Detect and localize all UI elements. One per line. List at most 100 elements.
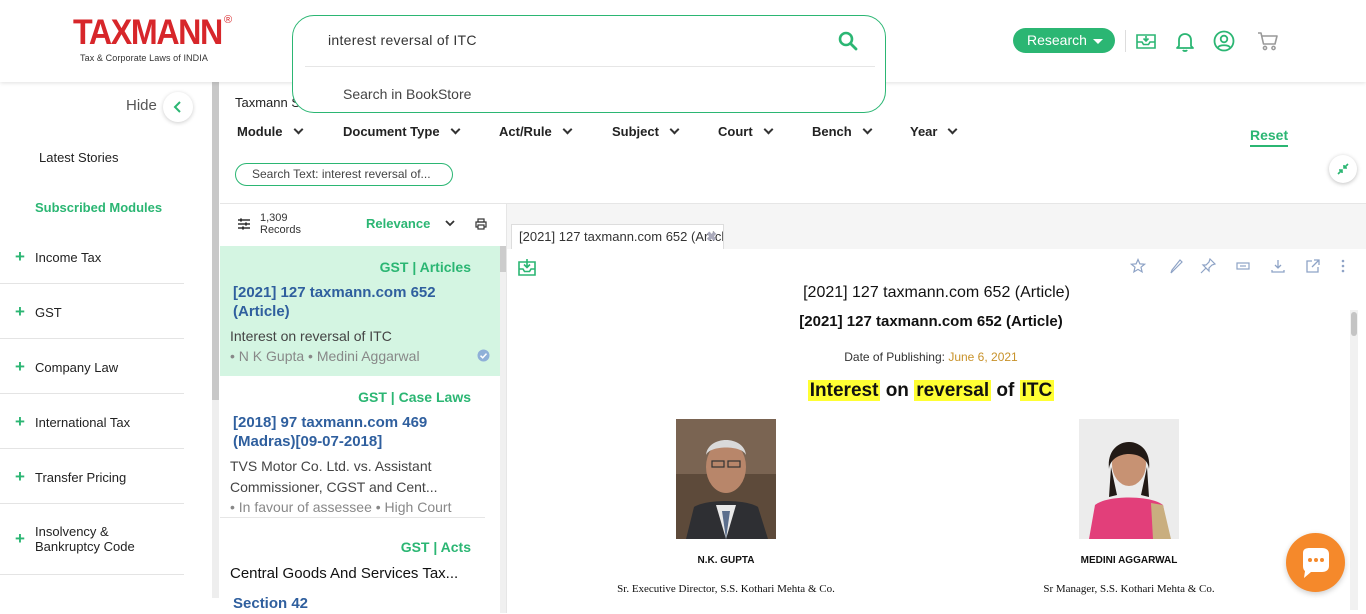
result-title: TVS Motor Co. Ltd. vs. Assistant Commiss… xyxy=(230,458,438,495)
filter-act-rule[interactable]: Act/Rule xyxy=(499,124,573,139)
module-gst[interactable]: + GST xyxy=(0,284,184,339)
document-tab-label: [2021] 127 taxmann.com 652 (Article) xyxy=(519,229,724,244)
publishing-date-value: June 6, 2021 xyxy=(948,350,1018,364)
filter-label: Subject xyxy=(612,124,659,139)
search-text-chip[interactable]: Search Text: interest reversal of... xyxy=(235,163,453,186)
chevron-left-icon xyxy=(173,101,181,113)
article-title: Interest on reversal of ITC xyxy=(511,380,1351,402)
chevron-down-icon[interactable] xyxy=(444,217,456,229)
latest-stories-link[interactable]: Latest Stories xyxy=(39,150,119,165)
cart-icon[interactable] xyxy=(1256,29,1280,53)
filter-bench[interactable]: Bench xyxy=(812,124,873,139)
document-tab[interactable]: [2021] 127 taxmann.com 652 (Article) ✖ xyxy=(511,224,724,249)
pin-icon[interactable] xyxy=(1200,258,1216,274)
taxmann-logo[interactable]: TAXMANN ® Tax & Corporate Laws of INDIA xyxy=(73,14,243,66)
star-icon[interactable] xyxy=(1130,258,1146,274)
external-link-icon[interactable] xyxy=(1305,258,1321,274)
plus-icon: + xyxy=(15,529,25,548)
bell-icon[interactable] xyxy=(1173,29,1197,53)
hide-sidebar-label[interactable]: Hide xyxy=(126,97,157,114)
document-scrollbar[interactable] xyxy=(1350,310,1358,610)
filter-label: Act/Rule xyxy=(499,124,552,139)
search-input[interactable]: interest reversal of ITC xyxy=(328,32,477,48)
filter-sliders-icon[interactable] xyxy=(237,217,251,231)
left-sidebar: Hide Latest Stories Subscribed Modules +… xyxy=(0,82,212,613)
results-scrollbar[interactable] xyxy=(500,246,506,613)
collapse-button[interactable] xyxy=(1329,155,1357,183)
print-icon[interactable] xyxy=(475,218,487,230)
chevron-down-icon xyxy=(450,124,461,135)
check-circle-icon xyxy=(477,349,490,362)
chat-support-button[interactable] xyxy=(1286,533,1345,592)
scrollbar-thumb[interactable] xyxy=(1351,312,1357,336)
logo-tagline: Tax & Corporate Laws of INDIA xyxy=(80,53,208,63)
filter-label: Year xyxy=(910,124,938,139)
scrollbar-thumb[interactable] xyxy=(212,82,219,400)
module-international-tax[interactable]: + International Tax xyxy=(0,394,184,449)
inbox-icon[interactable] xyxy=(1134,29,1158,53)
header-divider xyxy=(1125,30,1126,52)
author-name: MEDINI AGGARWAL xyxy=(1080,555,1178,566)
chevron-down-icon xyxy=(669,124,680,135)
filter-module[interactable]: Module xyxy=(237,124,303,139)
document-title: [2021] 127 taxmann.com 652 (Article) xyxy=(803,284,1070,301)
plus-icon: + xyxy=(15,302,25,321)
result-card[interactable]: GST | Acts Central Goods And Services Ta… xyxy=(220,518,500,613)
download-icon[interactable] xyxy=(1270,258,1286,274)
more-icon[interactable] xyxy=(1335,258,1351,274)
filter-label: Document Type xyxy=(343,124,440,139)
author-photo xyxy=(1079,419,1179,539)
document-viewer: [2021] 127 taxmann.com 652 (Article) ✖ [… xyxy=(507,203,1366,613)
result-card[interactable]: GST | Case Laws [2018] 97 taxmann.com 46… xyxy=(220,376,500,518)
author-role: Sr. Executive Director, S.S. Kothari Meh… xyxy=(617,583,835,595)
user-icon[interactable] xyxy=(1212,29,1236,53)
result-title: Central Goods And Services Tax... xyxy=(230,565,459,582)
result-citation-link[interactable]: [2018] 97 taxmann.com 469 (Madras)[09-07… xyxy=(230,413,470,451)
plus-icon: + xyxy=(15,467,25,486)
highlighted-term: reversal xyxy=(914,380,992,401)
search-icon[interactable] xyxy=(838,31,858,51)
module-income-tax[interactable]: + Income Tax xyxy=(0,229,184,284)
chevron-down-icon xyxy=(763,124,774,135)
publishing-date-label: Date of Publishing: xyxy=(844,350,945,364)
hide-sidebar-button[interactable] xyxy=(163,92,193,122)
result-citation-link[interactable]: [2021] 127 taxmann.com 652 (Article) xyxy=(230,283,470,321)
record-count: 1,309 Records xyxy=(260,212,301,236)
filter-subject[interactable]: Subject xyxy=(612,124,680,139)
chat-bubble-icon xyxy=(1303,548,1329,578)
close-tab-icon[interactable]: ✖ xyxy=(706,225,717,249)
collapse-arrows-icon xyxy=(1337,163,1349,175)
filter-document-type[interactable]: Document Type xyxy=(343,124,461,139)
record-count-value: 1,309 xyxy=(260,212,288,224)
result-card[interactable]: GST | Articles [2021] 127 taxmann.com 65… xyxy=(220,246,500,376)
highlight-icon[interactable] xyxy=(1235,258,1251,274)
plus-icon: + xyxy=(15,247,25,266)
author-photo xyxy=(676,419,776,539)
module-label: Company Law xyxy=(35,360,119,375)
filter-label: Court xyxy=(718,124,753,139)
search-panel: interest reversal of ITC Search in BookS… xyxy=(292,15,886,113)
save-document-icon[interactable] xyxy=(517,257,537,277)
result-title: Interest on reversal of ITC xyxy=(230,328,392,344)
sidebar-scrollbar[interactable] xyxy=(212,82,219,598)
result-citation-link[interactable]: Section 42 xyxy=(230,594,470,613)
subscribed-modules-link[interactable]: Subscribed Modules xyxy=(35,200,162,215)
result-category: GST | Acts xyxy=(400,539,471,555)
reset-filters-button[interactable]: Reset xyxy=(1250,127,1289,147)
result-category: GST | Articles xyxy=(379,259,471,275)
filter-court[interactable]: Court xyxy=(718,124,774,139)
module-insolvency-bankruptcy-code[interactable]: + Insolvency & Bankruptcy Code xyxy=(0,504,184,575)
document-body: [2021] 127 taxmann.com 652 (Article) Dat… xyxy=(511,310,1358,614)
sort-relevance-dropdown[interactable]: Relevance xyxy=(366,216,430,231)
module-label: GST xyxy=(35,305,62,320)
chevron-down-icon xyxy=(948,124,958,135)
module-company-law[interactable]: + Company Law xyxy=(0,339,184,394)
scrollbar-thumb[interactable] xyxy=(500,246,506,272)
highlighted-term: Interest xyxy=(807,380,881,401)
search-in-bookstore-option[interactable]: Search in BookStore xyxy=(343,86,471,102)
filter-year[interactable]: Year xyxy=(910,124,958,139)
research-dropdown-button[interactable]: Research xyxy=(1013,28,1115,53)
search-divider xyxy=(305,66,875,67)
pencil-icon[interactable] xyxy=(1168,258,1184,274)
module-transfer-pricing[interactable]: + Transfer Pricing xyxy=(0,449,184,504)
